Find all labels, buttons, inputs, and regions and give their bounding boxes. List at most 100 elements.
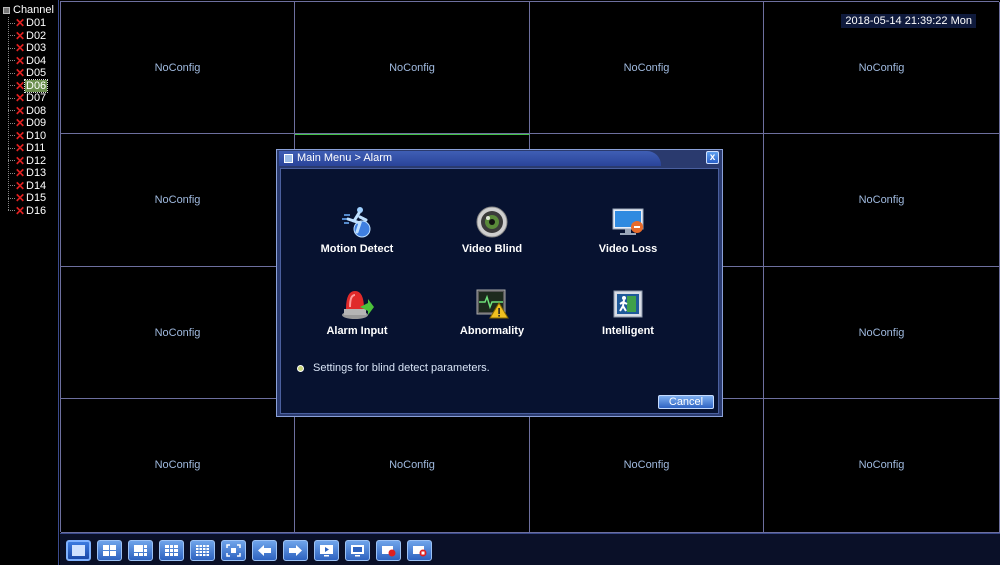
channel-item[interactable]: ✕ D14 [8,180,47,192]
abnormality-icon [475,287,509,321]
channel-item[interactable]: ✕ D03 [8,42,47,54]
playback-button[interactable] [314,540,339,561]
channel-item[interactable]: ✕ D13 [8,167,47,179]
channel-item[interactable]: ✕ D11 [8,142,46,154]
alarm-dialog: Main Menu > Alarm x Motion Detect Video … [276,149,723,417]
video-cell[interactable]: NoConfig [295,399,530,533]
disconnected-icon: ✕ [15,128,26,143]
collapse-box-icon[interactable] [3,7,10,14]
disconnected-icon: ✕ [15,141,26,155]
no-config-label: NoConfig [154,327,201,339]
channel-item[interactable]: ✕ D04 [8,55,47,67]
stop-record-button[interactable] [407,540,432,561]
previous-button[interactable] [252,540,277,561]
disconnected-icon: ✕ [15,41,26,55]
dialog-body: Motion Detect Video Blind Video Loss Ala… [280,168,719,414]
motion-detect-label: Motion Detect [320,243,394,255]
no-config-label: NoConfig [389,62,435,74]
video-loss-item[interactable]: Video Loss [573,205,683,265]
disconnected-icon: ✕ [15,28,26,43]
no-config-label: NoConfig [154,194,201,206]
channel-tree: Channel ✕ D01 ✕ D02 ✕ D03 ✕ D04 ✕ D05 ✕ D06 ✕ D… [0,0,59,565]
video-cell[interactable]: NoConfig [61,134,295,267]
video-cell[interactable]: NoConfig [764,134,1000,267]
video-cell[interactable]: NoConfig [61,267,295,399]
monitor-button[interactable] [345,540,370,561]
no-config-label: NoConfig [154,62,201,74]
motion-detect-icon [340,205,374,239]
disconnected-icon: ✕ [15,16,26,30]
next-icon [289,545,302,556]
alarm-input-item[interactable]: Alarm Input [302,287,412,347]
abnormality-label: Abnormality [459,325,525,337]
video-cell[interactable]: NoConfig [530,2,764,134]
dialog-title-bar: Main Menu > Alarm [279,151,661,166]
sixteen-view-icon [196,545,209,556]
intelligent-icon [611,287,645,321]
cancel-button[interactable]: Cancel [658,395,714,409]
dialog-title: Main Menu > Alarm [297,152,393,164]
single-view-icon [72,545,85,556]
disconnected-icon: ✕ [15,116,26,130]
no-config-label: NoConfig [858,327,905,339]
no-config-label: NoConfig [623,62,670,74]
intelligent-item[interactable]: Intelligent [573,287,683,347]
video-blind-item[interactable]: Video Blind [437,205,547,265]
fullscreen-icon [226,544,241,557]
next-button[interactable] [283,540,308,561]
hint-label: Settings for blind detect parameters. [313,362,490,374]
disconnected-icon: ✕ [15,191,26,205]
channel-item[interactable]: ✕ D08 [8,105,47,117]
channel-item[interactable]: ✕ D09 [8,117,47,129]
channel-item[interactable]: ✕ D15 [8,192,47,204]
record-button[interactable] [376,540,401,561]
disconnected-icon: ✕ [15,66,26,80]
quad-view-button[interactable] [97,540,122,561]
fullscreen-button[interactable] [221,540,246,561]
channel-item[interactable]: ✕ D10 [8,130,47,142]
previous-icon [258,545,271,556]
six-view-icon [134,545,147,556]
channel-item-selected[interactable]: ✕ D06 [8,78,49,93]
video-cell[interactable]: NoConfig [61,2,295,134]
playback-icon [320,545,333,557]
disconnected-icon: ✕ [15,178,26,193]
channel-item[interactable]: ✕ D07 [8,92,47,104]
no-config-label: NoConfig [154,459,201,471]
stop-record-icon [413,546,427,557]
nine-view-button[interactable] [159,540,184,561]
six-view-button[interactable] [128,540,153,561]
video-cell[interactable]: NoConfig [61,399,295,533]
channel-item[interactable]: ✕ D02 [8,30,47,42]
close-button[interactable]: x [706,151,719,164]
disconnected-icon: ✕ [15,103,26,118]
abnormality-item[interactable]: Abnormality [437,287,547,347]
nine-view-icon [165,545,178,556]
datetime-display: 2018-05-14 21:39:22 Mon [841,14,976,28]
channel-item[interactable]: ✕ D12 [8,155,47,167]
motion-detect-item[interactable]: Motion Detect [302,205,412,265]
disconnected-icon: ✕ [15,53,26,68]
no-config-label: NoConfig [858,194,905,206]
sixteen-view-button[interactable] [190,540,215,561]
intelligent-label: Intelligent [602,325,654,337]
video-cell[interactable]: NoConfig [530,399,764,533]
video-cell[interactable]: NoConfig [764,399,1000,533]
no-config-label: NoConfig [389,459,435,471]
no-config-label: NoConfig [858,459,905,471]
bottom-toolbar [60,533,1000,565]
video-loss-icon [611,205,645,239]
video-cell[interactable]: NoConfig [764,267,1000,399]
alarm-input-label: Alarm Input [326,325,388,337]
video-cell[interactable]: NoConfig [295,2,530,134]
video-loss-label: Video Loss [598,243,658,255]
channel-item[interactable]: ✕ D16 [8,205,47,217]
no-config-label: NoConfig [858,62,905,74]
video-blind-label: Video Blind [461,243,523,255]
channel-root[interactable]: Channel [3,4,54,17]
channel-item[interactable]: ✕ D01 [8,17,47,29]
channel-item[interactable]: ✕ D05 [8,67,47,79]
hint-text: Settings for blind detect parameters. [297,362,490,374]
single-view-button[interactable] [66,540,91,561]
record-icon [382,546,396,557]
